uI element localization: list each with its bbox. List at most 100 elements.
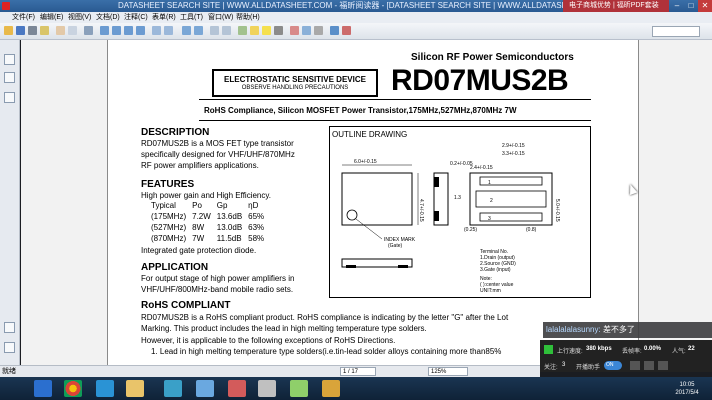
esd-warning-box: ELECTROSTATIC SENSITIVE DEVICE OBSERVE H… (212, 69, 378, 97)
rohs-line: RD07MUS2B is a RoHS compliant product. R… (141, 313, 509, 322)
foxit-icon[interactable] (228, 380, 246, 397)
bookmarks-icon[interactable] (4, 54, 15, 65)
explorer-icon[interactable] (126, 380, 144, 397)
typewriter-icon (274, 26, 283, 35)
app-icon[interactable] (196, 380, 214, 397)
zoom-select[interactable]: 125% (428, 367, 468, 376)
menu-form[interactable]: 表单(R) (152, 12, 176, 23)
back-button[interactable] (152, 26, 162, 37)
sign-button[interactable] (330, 26, 340, 37)
save-button[interactable] (16, 26, 26, 37)
maximize-button[interactable]: □ (684, 0, 698, 12)
dim-text: (0.8) (526, 227, 537, 233)
package-bottom-view (469, 172, 553, 226)
search-input[interactable] (652, 26, 700, 37)
table-header-cell: Gp (216, 201, 228, 210)
outline-figure: 6.0+/-0.15 4.7+/-0.15 0.2+/-0.05 2.4+/-0… (341, 143, 560, 268)
document-viewer[interactable]: Silicon RF Power Semiconductors ELECTROS… (21, 40, 712, 365)
app-icon[interactable] (290, 380, 308, 397)
rohs-line: Marking. This product includes the lead … (141, 324, 427, 333)
esd-line2: OBSERVE HANDLING PRECAUTIONS (241, 85, 349, 91)
next-page-button[interactable] (124, 26, 134, 37)
prev-page-button[interactable] (112, 26, 122, 37)
attachments-icon[interactable] (4, 322, 15, 333)
chat-message: lalalalalasunny: 差不多了 (543, 322, 712, 338)
print-button[interactable] (28, 26, 38, 37)
open-button[interactable] (4, 26, 14, 37)
close-button[interactable]: ✕ (698, 0, 712, 12)
app-icon[interactable] (322, 380, 340, 397)
zoom-in-button[interactable] (194, 26, 204, 37)
mail-icon (40, 26, 49, 35)
pen-icon (330, 26, 339, 35)
comment-button[interactable] (250, 26, 260, 37)
lead (346, 265, 356, 268)
stamp-button[interactable] (342, 26, 352, 37)
folder-icon (4, 26, 13, 35)
select-text-button[interactable] (68, 26, 78, 37)
highlight-icon (262, 26, 271, 35)
loss-label: 丢帧率: (622, 349, 642, 355)
highlight-button[interactable] (262, 26, 272, 37)
taskbar-clock[interactable]: 10:05 2017/5/4 (665, 381, 709, 397)
table-cell: 7W (192, 234, 205, 243)
shape-button[interactable] (290, 26, 300, 37)
dim-text: 2 (490, 198, 493, 204)
gift-icon[interactable] (644, 361, 654, 370)
minimize-button[interactable]: – (670, 0, 684, 12)
last-page-button[interactable] (136, 26, 146, 37)
menu-tools[interactable]: 工具(T) (180, 12, 203, 23)
pad-source (475, 190, 547, 208)
layers-icon[interactable] (4, 92, 15, 103)
menu-edit[interactable]: 编辑(E) (40, 12, 63, 23)
application-line: VHF/UHF/800MHz-band mobile radio sets. (141, 285, 294, 294)
table-header-cell: Typical (151, 201, 176, 210)
menu-help[interactable]: 帮助(H) (236, 12, 260, 23)
lock-icon[interactable] (658, 361, 668, 370)
settings-icon[interactable] (630, 361, 640, 370)
comments-panel-icon[interactable] (4, 342, 15, 353)
pdf-page: Silicon RF Power Semiconductors ELECTROS… (107, 40, 639, 365)
start-button[interactable] (34, 380, 52, 397)
menu-document[interactable]: 文档(D) (96, 12, 120, 23)
chrome-icon[interactable] (64, 380, 82, 397)
link-button[interactable] (302, 26, 312, 37)
description-line: RD07MUS2B is a MOS FET type transistor (141, 139, 294, 148)
forward-button[interactable] (164, 26, 174, 37)
assist-toggle[interactable]: ON (604, 361, 622, 370)
viewers-value: 22 (688, 346, 695, 352)
ad-banner[interactable]: 电子商城优势 | 福昕PDF套装 (563, 0, 669, 12)
status-text: 就绪 (2, 368, 16, 375)
page-number-input[interactable]: 1 / 17 (340, 367, 376, 376)
stream-status-panel: 上行速度: 380 kbps 丢帧率: 0.00% 人气: 22 关注: 3 开… (540, 340, 712, 372)
description-heading: DESCRIPTION (141, 127, 210, 138)
lead (434, 211, 439, 221)
app-icon[interactable] (258, 380, 276, 397)
email-button[interactable] (40, 26, 50, 37)
fit-page-button[interactable] (210, 26, 220, 37)
features-extra: Integrated gate protection diode. (141, 246, 257, 255)
ie-icon[interactable] (96, 380, 114, 397)
terminal-line: 3.Gate (input) (480, 267, 511, 273)
fit-width-button[interactable] (222, 26, 232, 37)
first-page-button[interactable] (100, 26, 110, 37)
part-number: RD07MUS2B (391, 64, 569, 97)
left-nav-panel (0, 40, 20, 365)
package-top-view (341, 172, 413, 226)
pages-icon[interactable] (4, 72, 15, 83)
zoom-out-icon (182, 26, 191, 35)
fit-page-icon (210, 26, 219, 35)
table-cell: 8W (192, 223, 205, 232)
dim-text: 3.3+/-0.15 (502, 151, 525, 157)
menu-view[interactable]: 视图(V) (68, 12, 91, 23)
rotate-button[interactable] (238, 26, 248, 37)
zoom-out-button[interactable] (182, 26, 192, 37)
app-icon[interactable] (164, 380, 182, 397)
menu-comment[interactable]: 注释(C) (124, 12, 148, 23)
menu-file[interactable]: 文件(F) (12, 12, 35, 23)
attach-button[interactable] (314, 26, 324, 37)
snapshot-button[interactable] (84, 26, 94, 37)
menu-window[interactable]: 窗口(W) (208, 12, 233, 23)
typewriter-button[interactable] (274, 26, 284, 37)
hand-tool-button[interactable] (56, 26, 66, 37)
